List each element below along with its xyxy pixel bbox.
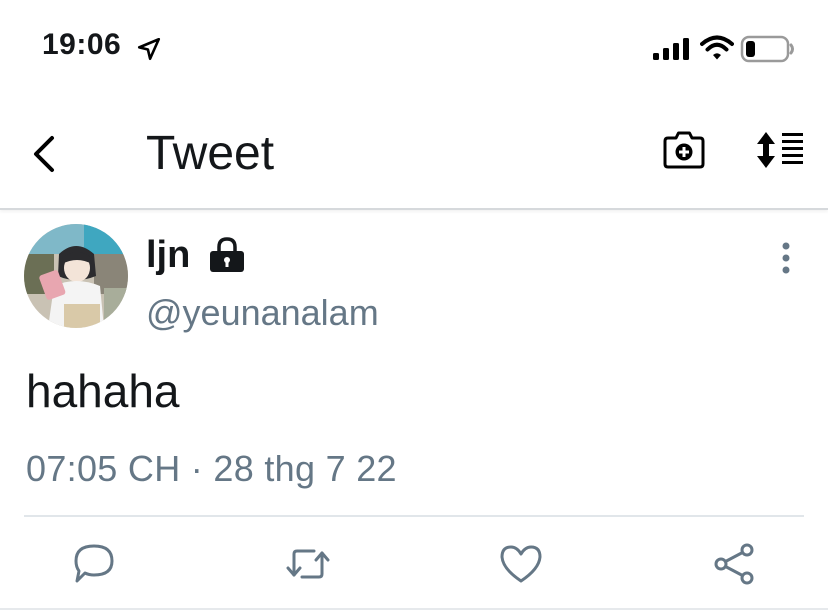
more-options-icon[interactable]	[776, 240, 796, 276]
sort-icon[interactable]	[754, 130, 806, 170]
status-time: 19:06	[42, 28, 122, 61]
camera-add-icon[interactable]	[662, 130, 706, 170]
tweet-text: hahaha	[26, 365, 180, 417]
cellular-signal-icon	[653, 38, 689, 60]
retweet-icon[interactable]	[286, 542, 330, 586]
nav-bar: Tweet	[0, 96, 828, 210]
share-icon[interactable]	[712, 542, 756, 586]
wifi-icon	[700, 35, 734, 60]
bottom-divider	[0, 608, 828, 610]
location-arrow-icon	[137, 37, 161, 61]
like-icon[interactable]	[499, 542, 543, 586]
tweet-timestamp: 07:05 CH · 28 thg 7 22	[26, 448, 397, 489]
lock-icon	[210, 237, 244, 272]
user-handle[interactable]: @yeunanalam	[146, 292, 379, 334]
status-bar: 19:06	[0, 0, 828, 96]
reply-icon[interactable]	[72, 542, 116, 586]
user-name[interactable]: ljn	[146, 234, 190, 277]
avatar[interactable]	[24, 224, 128, 328]
divider	[24, 515, 804, 517]
back-chevron-icon[interactable]	[28, 134, 60, 174]
page-title: Tweet	[146, 127, 275, 180]
battery-icon	[740, 35, 794, 63]
